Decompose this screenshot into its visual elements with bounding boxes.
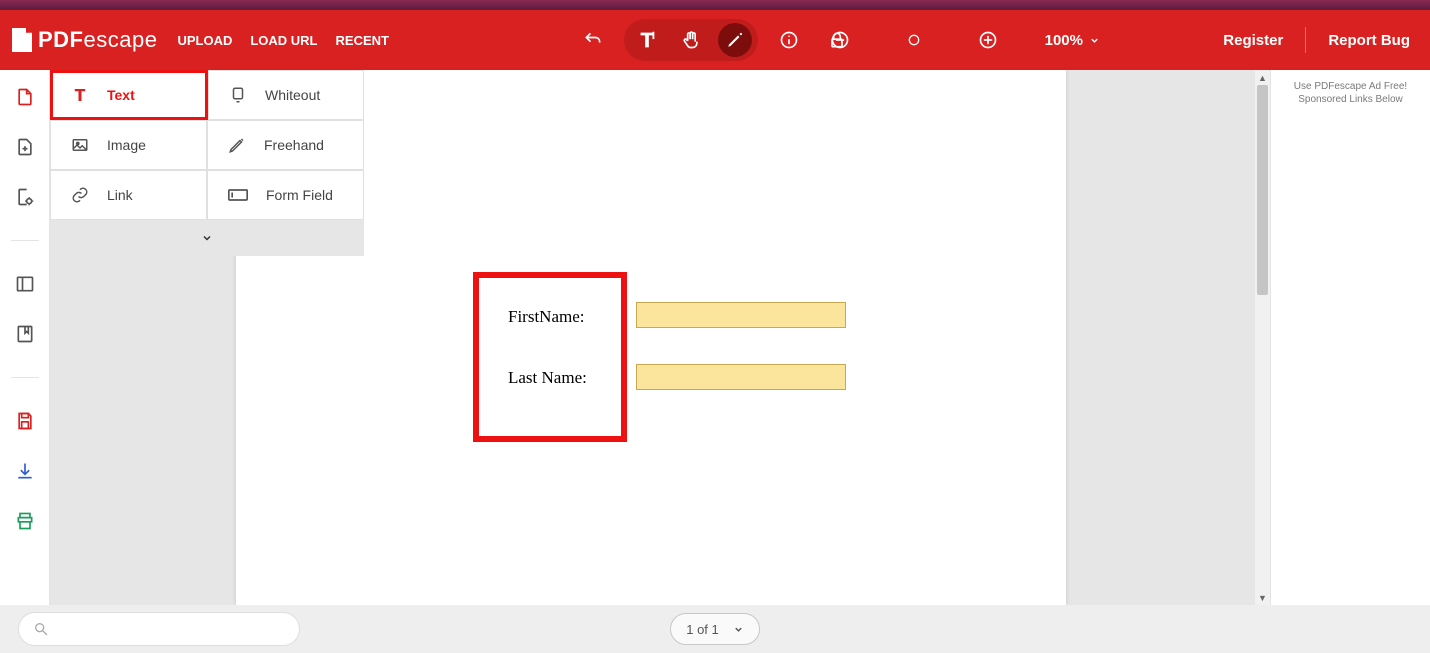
app-header: PDFescape UPLOAD LOAD URL RECENT [0, 10, 1430, 70]
rail-download-button[interactable] [14, 460, 36, 482]
pencil-icon [726, 31, 744, 49]
circle-icon [906, 32, 922, 48]
app-logo[interactable]: PDFescape [12, 27, 157, 53]
search-icon [33, 621, 49, 637]
chevron-down-icon [733, 624, 744, 635]
report-bug-link[interactable]: Report Bug [1328, 32, 1410, 49]
undo-button[interactable] [576, 23, 610, 57]
label-lastname: Last Name: [508, 368, 587, 388]
rail-bookmark-button[interactable] [14, 323, 36, 345]
zoom-cluster: 100% [823, 23, 1100, 57]
tool-label: Text [107, 87, 135, 103]
tool-label: Form Field [266, 187, 333, 203]
rail-panels-button[interactable] [14, 273, 36, 295]
rail-divider [11, 377, 39, 378]
link-icon [71, 186, 89, 204]
tool-image[interactable]: Image [50, 120, 207, 170]
rail-divider [11, 240, 39, 241]
text-mode-button[interactable] [630, 23, 664, 57]
chevron-down-icon [1089, 35, 1100, 46]
highlight-annotation [473, 272, 627, 442]
logo-icon [12, 28, 32, 52]
image-icon [71, 136, 89, 154]
ad-line1: Use PDFescape Ad Free! [1279, 80, 1422, 93]
bookmark-icon [15, 324, 35, 344]
form-field-icon [228, 188, 248, 202]
info-button[interactable] [772, 23, 806, 57]
panel-icon [15, 274, 35, 294]
rail-print-button[interactable] [14, 510, 36, 532]
header-tool-cluster [576, 19, 854, 61]
info-icon [779, 30, 799, 50]
tool-label: Freehand [264, 137, 324, 153]
zoom-dropdown[interactable]: 100% [1045, 32, 1100, 49]
menu-upload[interactable]: UPLOAD [177, 33, 232, 48]
freehand-icon [228, 136, 246, 154]
scroll-down-arrow[interactable]: ▼ [1255, 590, 1270, 605]
page-gear-icon [15, 186, 35, 208]
save-icon [15, 411, 35, 431]
form-field-firstname[interactable] [636, 302, 846, 328]
page-plus-icon [15, 136, 35, 158]
chevron-down-icon [201, 232, 213, 244]
page-indicator: 1 of 1 [686, 622, 719, 637]
tool-text[interactable]: Text [50, 70, 208, 120]
rail-add-page-button[interactable] [14, 136, 36, 158]
search-input[interactable] [18, 612, 300, 646]
page-selector[interactable]: 1 of 1 [670, 613, 760, 645]
ad-sidebar: Use PDFescape Ad Free! Sponsored Links B… [1270, 70, 1430, 605]
rail-page-settings-button[interactable] [14, 186, 36, 208]
app-body: FirstName: Last Name: ▲ ▼ Text White [0, 70, 1430, 605]
footer-bar: 1 of 1 [0, 605, 1430, 653]
tool-whiteout[interactable]: Whiteout [208, 70, 364, 120]
zoom-value: 100% [1045, 32, 1083, 49]
tool-freehand[interactable]: Freehand [207, 120, 364, 170]
tool-form-field[interactable]: Form Field [207, 170, 364, 220]
zoom-out-button[interactable] [823, 23, 857, 57]
tool-label: Image [107, 137, 146, 153]
whiteout-icon [229, 86, 247, 104]
tool-label: Whiteout [265, 87, 320, 103]
undo-icon [583, 30, 603, 50]
ad-line2: Sponsored Links Below [1279, 93, 1422, 106]
zoom-fit-button[interactable] [897, 23, 931, 57]
tool-panel-collapse[interactable] [50, 220, 364, 256]
menu-load-url[interactable]: LOAD URL [250, 33, 317, 48]
header-right-links: Register Report Bug [1223, 27, 1410, 53]
header-menu: UPLOAD LOAD URL RECENT [177, 33, 389, 48]
document-icon [15, 86, 35, 108]
form-field-lastname[interactable] [636, 364, 846, 390]
mode-pill [624, 19, 758, 61]
download-icon [15, 461, 35, 481]
pan-mode-button[interactable] [674, 23, 708, 57]
scroll-up-arrow[interactable]: ▲ [1255, 70, 1270, 85]
left-rail [0, 70, 50, 605]
text-icon [71, 86, 89, 104]
rail-save-button[interactable] [14, 410, 36, 432]
minus-circle-icon [830, 30, 850, 50]
divider [1305, 27, 1306, 53]
logo-text: PDFescape [38, 27, 157, 53]
scroll-thumb[interactable] [1257, 85, 1268, 295]
zoom-in-button[interactable] [971, 23, 1005, 57]
text-cursor-icon [636, 29, 658, 51]
menu-recent[interactable]: RECENT [336, 33, 389, 48]
register-link[interactable]: Register [1223, 32, 1283, 49]
tool-label: Link [107, 187, 133, 203]
label-firstname: FirstName: [508, 307, 585, 327]
print-icon [15, 511, 35, 531]
plus-circle-icon [978, 30, 998, 50]
insert-tool-panel: Text Whiteout Image Freehand [50, 70, 364, 256]
tool-link[interactable]: Link [50, 170, 207, 220]
rail-document-button[interactable] [14, 86, 36, 108]
vertical-scrollbar[interactable]: ▲ ▼ [1255, 70, 1270, 605]
hand-icon [681, 30, 701, 50]
window-top-strip [0, 0, 1430, 10]
draw-mode-button[interactable] [718, 23, 752, 57]
